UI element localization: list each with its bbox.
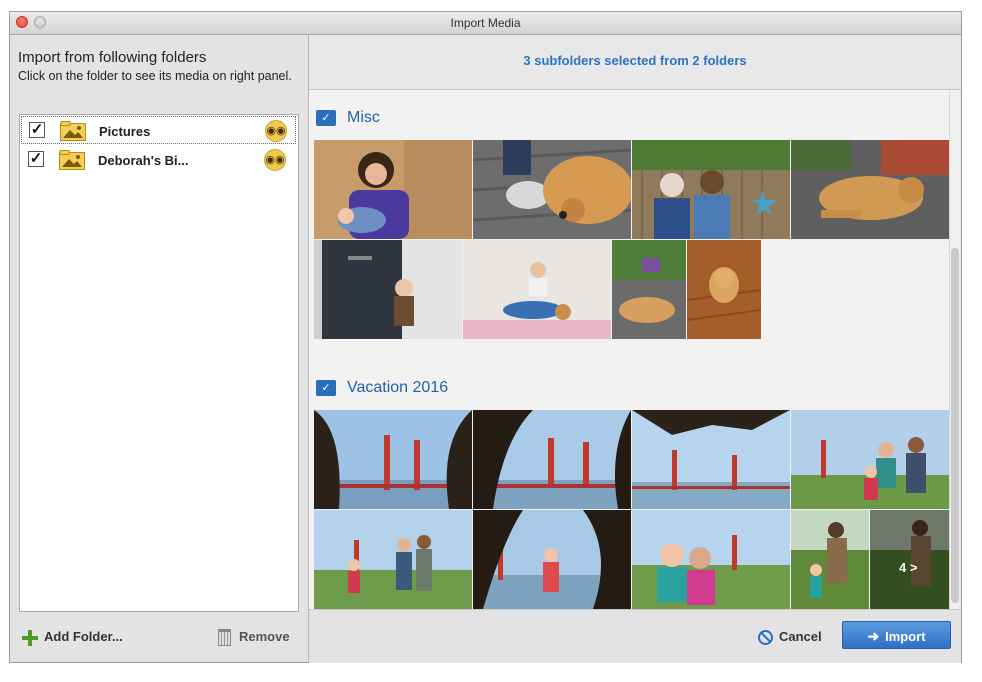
- import-media-window: Import Media Import from following folde…: [9, 11, 962, 663]
- photo-thumbnail[interactable]: [314, 240, 462, 339]
- more-photos-indicator[interactable]: 4 >: [899, 560, 917, 575]
- dialog-footer: Cancel ➜ Import: [309, 609, 961, 663]
- folder-check-icon: ✓: [316, 380, 336, 396]
- photo-thumbnail[interactable]: [463, 240, 611, 339]
- remove-folder-button[interactable]: Remove: [218, 629, 290, 647]
- cancel-label: Cancel: [779, 629, 822, 644]
- folder-list: ✓ Pictures ◉◉ ✓ Deborah's Bi... ◉◉: [19, 114, 299, 612]
- arrow-right-icon: ➜: [867, 628, 880, 644]
- folder-image-icon: [59, 150, 85, 170]
- add-folder-label: Add Folder...: [44, 629, 123, 644]
- binoculars-icon[interactable]: ◉◉: [264, 149, 286, 171]
- folder-item-pictures[interactable]: ✓ Pictures ◉◉: [21, 116, 296, 144]
- folder-panel: Import from following folders Click on t…: [10, 35, 309, 662]
- folder-name: Pictures: [99, 124, 151, 139]
- photo-thumbnail[interactable]: [632, 140, 790, 239]
- gallery-scrollbar[interactable]: [949, 90, 960, 609]
- photo-thumbnail[interactable]: [632, 410, 790, 509]
- folder-checkbox-deborah[interactable]: ✓: [28, 151, 44, 167]
- media-panel: 3 subfolders selected from 2 folders ✓ M…: [309, 35, 961, 663]
- folder-image-icon: [60, 121, 86, 141]
- import-label: Import: [885, 629, 926, 644]
- photo-thumbnail[interactable]: [473, 510, 631, 609]
- folder-item-deborah[interactable]: ✓ Deborah's Bi... ◉◉: [21, 146, 296, 174]
- photo-thumbnail[interactable]: [791, 410, 949, 509]
- add-folder-button[interactable]: Add Folder...: [22, 629, 123, 646]
- photo-thumbnail[interactable]: [632, 510, 790, 609]
- folder-check-icon: ✓: [316, 110, 336, 126]
- folder-name: Deborah's Bi...: [98, 153, 189, 168]
- section-title-misc: Misc: [347, 109, 380, 126]
- cancel-button[interactable]: Cancel: [758, 629, 822, 646]
- photo-thumbnail[interactable]: [314, 510, 472, 609]
- media-gallery[interactable]: ✓ Misc ✓ Vacation 2016 4 >: [309, 90, 949, 609]
- folder-panel-instructions: Click on the folder to see its media on …: [18, 69, 292, 83]
- folder-panel-heading: Import from following folders: [18, 49, 207, 66]
- photo-thumbnail[interactable]: [791, 510, 869, 609]
- photo-thumbnail[interactable]: [687, 240, 761, 339]
- remove-label: Remove: [239, 629, 290, 644]
- cancel-icon: [758, 630, 773, 646]
- photo-thumbnail[interactable]: [314, 140, 472, 239]
- scrollbar-thumb[interactable]: [951, 248, 959, 603]
- photo-thumbnail[interactable]: [473, 140, 631, 239]
- photo-thumbnail[interactable]: [314, 410, 472, 509]
- import-button[interactable]: ➜ Import: [842, 621, 951, 649]
- selection-summary: 3 subfolders selected from 2 folders: [309, 35, 961, 90]
- window-title: Import Media: [450, 16, 521, 30]
- photo-thumbnail[interactable]: [612, 240, 686, 339]
- title-bar: Import Media: [10, 12, 961, 35]
- folder-checkbox-pictures[interactable]: ✓: [29, 122, 45, 138]
- trash-icon: [218, 629, 231, 647]
- binoculars-icon[interactable]: ◉◉: [265, 120, 287, 142]
- photo-thumbnail[interactable]: [791, 140, 949, 239]
- plus-icon: [22, 629, 38, 646]
- section-title-vacation-2016: Vacation 2016: [347, 379, 449, 396]
- photo-thumbnail[interactable]: [473, 410, 631, 509]
